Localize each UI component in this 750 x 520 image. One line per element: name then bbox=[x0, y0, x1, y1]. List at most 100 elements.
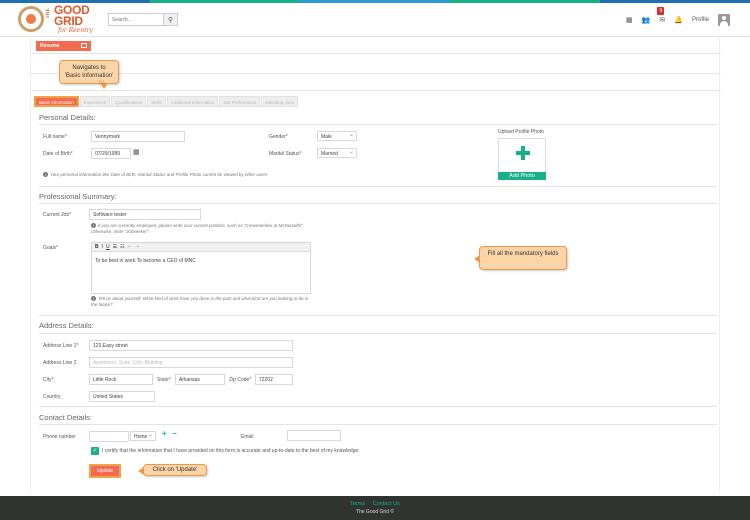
address-line2-label: Address Line 2 bbox=[43, 360, 77, 366]
search-input[interactable] bbox=[108, 13, 164, 26]
outdent-button[interactable]: ⇤ bbox=[128, 244, 132, 250]
marital-status-select[interactable]: Married bbox=[317, 148, 357, 158]
info-icon: i bbox=[43, 172, 48, 177]
tab-skills[interactable]: Skills bbox=[147, 96, 166, 107]
info-icon: i bbox=[91, 223, 96, 228]
profile-link[interactable]: Profile bbox=[692, 17, 709, 23]
gender-select[interactable]: Male bbox=[317, 131, 357, 141]
bulleted-list-button[interactable]: ☰ bbox=[113, 244, 117, 250]
tab-matching-jobs[interactable]: Matching Jobs bbox=[261, 96, 299, 107]
certify-checkbox[interactable]: ✓ bbox=[91, 447, 99, 455]
underline-button[interactable]: U bbox=[106, 244, 110, 250]
tooltip-step-number: (1) bbox=[99, 80, 105, 85]
country-field[interactable]: United States bbox=[89, 391, 155, 402]
footer: Terms Contact Us The Good Grid © bbox=[0, 496, 750, 520]
current-job-field[interactable]: Software tester bbox=[89, 209, 201, 220]
city-field[interactable]: Little Rock bbox=[89, 374, 153, 385]
upload-photo-label: Upload Profile Photo bbox=[498, 129, 544, 135]
section-title-personal: Personal Details: bbox=[39, 113, 96, 122]
full-name-field[interactable]: Vennymark bbox=[91, 131, 185, 142]
search-button[interactable]: ⚲ bbox=[164, 13, 178, 26]
full-name-label: Full name* bbox=[43, 134, 67, 140]
email-field[interactable] bbox=[287, 430, 341, 441]
zip-label: Zip Code* bbox=[229, 377, 252, 383]
indent-button[interactable]: ⇥ bbox=[135, 244, 139, 250]
email-label: Email bbox=[241, 434, 254, 440]
city-label: City* bbox=[43, 377, 54, 383]
goals-label: Goals* bbox=[43, 245, 59, 251]
state-field[interactable]: Arkansas bbox=[175, 374, 225, 385]
grid-icon[interactable]: ▦ bbox=[626, 16, 633, 24]
goals-editor[interactable]: B I U ☰ ☷ ⇤ ⇥ To be best in work.To beco… bbox=[91, 242, 311, 294]
logo-text-grid: GRID bbox=[54, 14, 83, 28]
divider bbox=[39, 203, 717, 204]
remove-phone-icon[interactable]: − bbox=[172, 429, 177, 438]
logo-the: THE bbox=[46, 8, 51, 19]
logo[interactable]: THE GOOD GRID for Reentry bbox=[18, 4, 113, 37]
gender-label: Gender* bbox=[269, 134, 288, 140]
italic-button[interactable]: I bbox=[102, 244, 103, 250]
avatar[interactable] bbox=[718, 14, 730, 26]
numbered-list-button[interactable]: ☷ bbox=[120, 244, 124, 250]
section-title-address: Address Details: bbox=[39, 321, 94, 330]
current-job-label: Current Job* bbox=[43, 212, 72, 218]
search-bar: ⚲ bbox=[108, 13, 178, 26]
mail-icon[interactable]: ✉ 9 bbox=[657, 7, 665, 24]
contact-us-link[interactable]: Contact Us bbox=[373, 501, 400, 507]
resume-tab[interactable]: Resume bbox=[36, 41, 91, 51]
tab-job-preferences[interactable]: Job Preferences bbox=[219, 96, 261, 107]
dob-label: Date of Birth* bbox=[43, 151, 73, 157]
tab-additional-information[interactable]: Additional Information bbox=[166, 96, 219, 107]
calendar-icon[interactable]: ▦ bbox=[133, 148, 140, 156]
divider bbox=[31, 53, 721, 54]
phone-field[interactable] bbox=[89, 431, 129, 442]
editor-toolbar: B I U ☰ ☷ ⇤ ⇥ bbox=[92, 243, 310, 252]
divider bbox=[39, 424, 717, 425]
users-icon[interactable]: 👥 bbox=[642, 16, 651, 24]
divider bbox=[31, 90, 721, 91]
tab-qualifications[interactable]: Qualifications bbox=[111, 96, 147, 107]
tab-basic-information[interactable]: Basic Information bbox=[34, 96, 79, 107]
divider bbox=[39, 186, 717, 187]
certify-text: I certify that the information that I ha… bbox=[102, 448, 360, 454]
phone-label: Phone number bbox=[43, 434, 76, 440]
goals-text: To be best in work.To become a CEO of MN… bbox=[95, 258, 196, 264]
address-line1-field[interactable]: 123,Easy street bbox=[89, 340, 293, 351]
top-header: THE GOOD GRID for Reentry ⚲ ▦ 👥 ✉9 🔔 Pro… bbox=[0, 3, 750, 37]
current-job-note: i If you are currently employed, please w… bbox=[91, 223, 305, 234]
tooltip-update: Click on 'Update' bbox=[138, 464, 207, 476]
logo-text: GOOD GRID bbox=[54, 4, 90, 28]
privacy-note: i Your personal information like Date of … bbox=[43, 172, 343, 178]
divider bbox=[39, 315, 717, 316]
divider bbox=[39, 333, 717, 334]
address-line2-field[interactable]: Apartment, Suite, Unit, Building bbox=[89, 357, 293, 368]
terms-link[interactable]: Terms bbox=[350, 501, 365, 507]
resume-tabs: Basic Information Experience Qualificati… bbox=[34, 96, 299, 107]
section-title-professional: Professional Summary: bbox=[39, 192, 117, 201]
dob-field[interactable]: 07/29/1989 bbox=[91, 148, 131, 159]
logo-circle-icon bbox=[18, 6, 44, 32]
tab-experience[interactable]: Experience bbox=[79, 96, 111, 107]
country-label: Country bbox=[43, 394, 61, 400]
add-photo-button[interactable]: Add Photo bbox=[498, 172, 546, 180]
divider bbox=[31, 73, 721, 74]
tooltip-basic-info: Navigates to 'Basic Information' bbox=[59, 60, 119, 89]
section-title-contact: Contact Details: bbox=[39, 413, 92, 422]
magnifier-icon: ⚲ bbox=[167, 16, 174, 24]
bold-button[interactable]: B bbox=[95, 244, 99, 250]
zip-field[interactable]: 72202 bbox=[255, 374, 293, 385]
phone-type-select[interactable]: Home bbox=[130, 431, 156, 441]
tooltip-mandatory: Fill all the mandatory fields bbox=[474, 246, 567, 270]
divider bbox=[39, 406, 717, 407]
state-label: State* bbox=[157, 377, 171, 383]
info-icon: i bbox=[91, 296, 96, 301]
bell-icon[interactable]: 🔔 bbox=[674, 16, 683, 24]
header-icons: ▦ 👥 ✉ 9 🔔 Profile bbox=[626, 7, 730, 27]
notification-badge: 9 bbox=[657, 7, 665, 15]
divider bbox=[39, 124, 717, 125]
add-phone-icon[interactable]: + bbox=[162, 429, 167, 438]
footer-copyright: The Good Grid © bbox=[355, 509, 395, 515]
main-content: Resume Navigates to 'Basic Information' … bbox=[30, 38, 721, 493]
update-button[interactable]: Update bbox=[89, 464, 121, 478]
footer-links: Terms Contact Us bbox=[0, 496, 750, 507]
